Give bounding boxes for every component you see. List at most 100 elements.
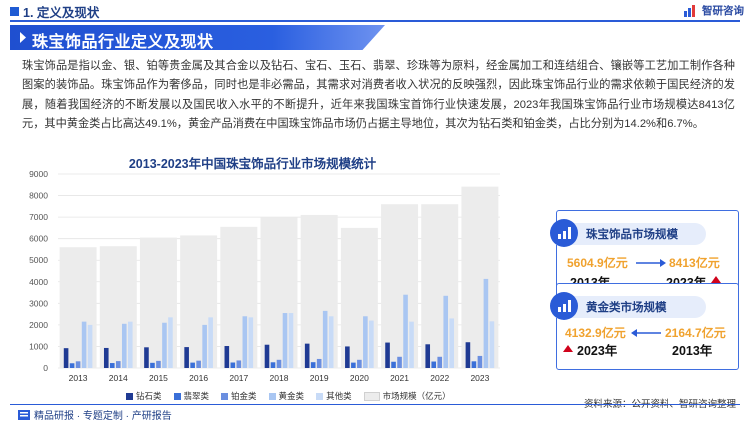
bar-logo-icon: [684, 4, 695, 17]
arrow-right-icon: [636, 259, 666, 267]
chart-icon: [550, 219, 578, 247]
bar-other: [288, 313, 294, 368]
bar-diamond: [264, 344, 270, 368]
bar-jade: [190, 362, 195, 368]
legend-swatch: [221, 392, 229, 400]
legend-swatch: [126, 392, 133, 400]
legend-swatch: [316, 392, 324, 400]
bar-jade: [351, 362, 356, 368]
section-title: 1. 定义及现状: [10, 2, 99, 21]
bar-diamond: [144, 347, 149, 368]
value-right: 2164.7亿元: [665, 326, 726, 340]
legend-item: 市场规模（亿元）: [363, 390, 451, 402]
bar-platinum: [115, 361, 121, 368]
bar-chart: 0 1000 2000 3000 4000 5000 6000 7000 8000 9000 201…: [29, 169, 500, 383]
bar-jade: [431, 361, 437, 368]
legend-item: 翡翠类: [173, 390, 210, 402]
bar-jade: [310, 362, 316, 368]
bar-jade: [150, 362, 155, 368]
bar-jade: [471, 361, 477, 368]
bar-gold: [483, 278, 489, 368]
legend-swatch: [363, 391, 380, 401]
brand-name: 智研咨询: [702, 5, 744, 17]
y-tick-label: 2000: [29, 320, 48, 330]
bar-diamond: [184, 347, 189, 368]
bar-other: [168, 317, 173, 368]
x-tick-label: 2014: [109, 373, 128, 383]
bar-platinum: [477, 355, 483, 368]
bar-diamond: [103, 347, 109, 368]
x-tick-label: 2020: [350, 373, 369, 383]
bar-diamond: [304, 343, 310, 368]
legend-label: 黄金类: [278, 391, 305, 401]
bar-other: [248, 317, 254, 368]
footer-divider: [10, 404, 740, 405]
bar-platinum: [357, 359, 362, 368]
intro-paragraph: 珠宝饰品是指以金、银、铂等贵金属及其合金以及钻石、宝石、玉石、翡翠、珍珠等为原料…: [22, 60, 735, 130]
card-gold-market: 黄金类市场规模 4132.9亿元 2023年 2164.7亿元 2013年: [550, 283, 739, 370]
legend-label: 铂金类: [231, 391, 257, 401]
year-right: 2013年: [672, 344, 713, 358]
bar-other: [489, 321, 495, 368]
legend-swatch: [173, 392, 181, 400]
bar-gold: [443, 295, 449, 368]
top-bar: 1. 定义及现状 智研咨询: [0, 0, 750, 22]
bar-gold: [403, 294, 408, 368]
legend-item: 黄金类: [268, 390, 305, 402]
card-title: 黄金类市场规模: [586, 302, 667, 314]
y-tick-label: 5000: [29, 255, 48, 265]
x-tick-label: 2022: [430, 373, 449, 383]
bar-jade: [230, 362, 236, 368]
chart-legend: 钻石类 翡翠类 铂金类 黄金类 其他类 市场规模（亿元）: [126, 390, 451, 402]
bar-gold: [162, 322, 167, 368]
footer-left: 精品研报 · 专题定制 · 产研报告: [18, 407, 172, 422]
bar-other: [409, 321, 414, 368]
bar-platinum: [156, 360, 161, 368]
bar-platinum: [276, 359, 282, 368]
y-tick-label: 6000: [29, 234, 48, 244]
brand-logo: 智研咨询: [684, 3, 744, 18]
bar-platinum: [196, 360, 201, 368]
bar-gold: [202, 324, 207, 368]
square-icon: [10, 7, 19, 16]
y-tick-label: 8000: [29, 191, 48, 201]
bar-gold: [121, 323, 127, 368]
section-label: 1. 定义及现状: [23, 6, 100, 20]
bar-platinum: [316, 358, 322, 368]
bar-diamond: [425, 344, 431, 368]
y-tick-label: 9000: [29, 169, 48, 179]
bar-platinum: [236, 360, 242, 368]
play-icon: [20, 32, 26, 43]
source-note: 资料来源：公开资料、智研咨询整理: [584, 396, 736, 410]
footer-text: 精品研报 · 专题定制 · 产研报告: [34, 411, 172, 422]
legend-label: 市场规模（亿元）: [382, 391, 451, 401]
bar-diamond: [224, 346, 230, 368]
report-icon: [18, 409, 30, 420]
bar-jade: [69, 363, 75, 368]
up-arrow-icon: [563, 345, 573, 352]
year-left: 2023年: [577, 344, 618, 358]
bar-gold: [81, 321, 87, 368]
bar-gold: [322, 310, 328, 368]
bar-diamond: [345, 346, 350, 368]
legend-item: 铂金类: [221, 390, 257, 402]
bar-platinum: [397, 356, 402, 368]
banner-title: 珠宝饰品行业定义及现状: [32, 34, 214, 51]
chart-icon: [550, 292, 578, 320]
x-tick-label: 2019: [310, 373, 329, 383]
x-tick-label: 2021: [390, 373, 409, 383]
card-header: 珠宝饰品市场规模: [550, 219, 706, 247]
bar-other: [369, 320, 374, 368]
y-tick-label: 1000: [29, 341, 48, 351]
bar-diamond: [385, 342, 390, 368]
bar-gold: [363, 316, 368, 368]
x-tick-label: 2016: [189, 373, 208, 383]
x-tick-label: 2015: [149, 373, 168, 383]
bar-diamond: [63, 348, 69, 368]
x-tick-label: 2017: [229, 373, 248, 383]
bar-other: [127, 321, 133, 368]
bar-other: [449, 318, 455, 368]
legend-label: 翡翠类: [183, 391, 210, 401]
x-tick-label: 2023: [470, 373, 489, 383]
legend-item: 钻石类: [126, 390, 162, 402]
